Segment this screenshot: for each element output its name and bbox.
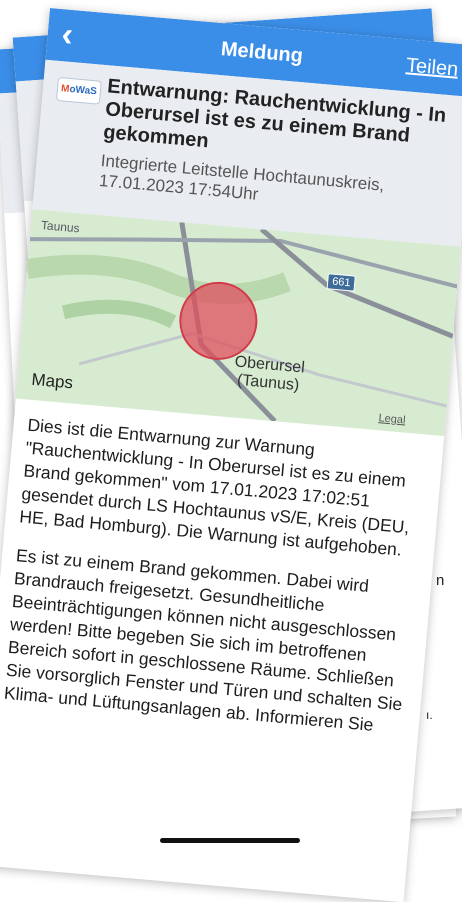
- paragraph-cancellation: Dies ist die Entwarnung zur Warnung "Rau…: [18, 414, 411, 560]
- map-graphic: [15, 209, 461, 436]
- background-text-fragment: n: [436, 572, 445, 589]
- mowas-logo: MoWaS: [55, 76, 102, 105]
- home-indicator[interactable]: [160, 838, 300, 843]
- legal-link[interactable]: Legal: [378, 412, 406, 426]
- share-button[interactable]: Teilen: [405, 54, 459, 81]
- apple-maps-logo: Maps: [30, 369, 74, 393]
- paragraph-instructions: Es ist zu einem Brand gekommen. Dabei wi…: [3, 545, 404, 735]
- background-text-fragment: ı.: [426, 708, 433, 722]
- road-badge: 661: [326, 273, 357, 292]
- map-view[interactable]: Taunus 661 Oberursel (Taunus) Maps Legal: [15, 209, 461, 436]
- message-body: Dies ist die Entwarnung zur Warnung "Rau…: [0, 399, 444, 741]
- message-screen: ‹ Meldung Teilen MoWaS Entwarnung: Rauch…: [0, 8, 462, 902]
